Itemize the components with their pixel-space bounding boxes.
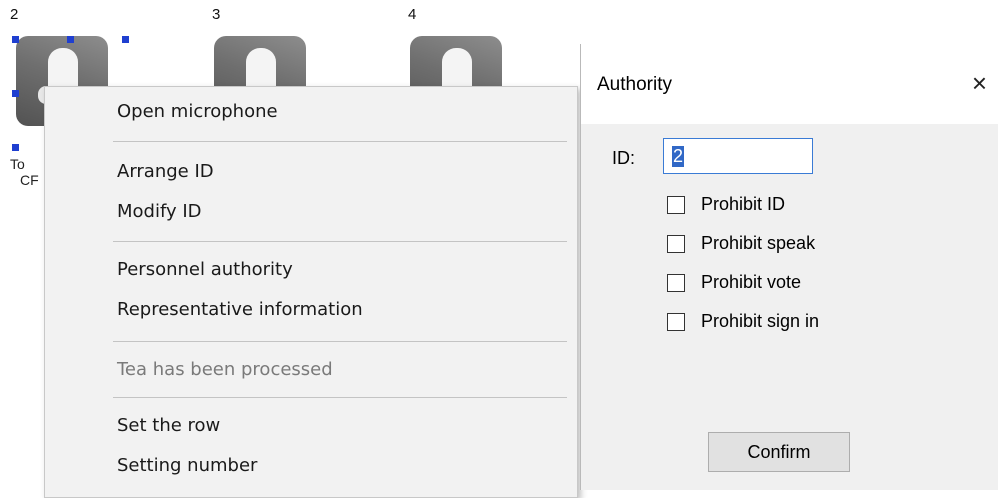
confirm-button[interactable]: Confirm <box>708 432 850 472</box>
seat-label-line-2: CF <box>20 172 39 188</box>
menu-item-set-row[interactable]: Set the row <box>117 415 220 436</box>
menu-item-open-microphone[interactable]: Open microphone <box>117 101 278 122</box>
context-menu: Open microphone Arrange ID Modify ID Per… <box>44 86 578 498</box>
id-label: ID: <box>612 148 636 168</box>
seat-label-line-1: To <box>10 156 25 172</box>
checkbox-label: Prohibit ID <box>701 194 786 214</box>
checkbox-icon[interactable] <box>667 313 685 331</box>
menu-item-arrange-id[interactable]: Arrange ID <box>117 161 214 182</box>
checkbox-icon[interactable] <box>667 196 685 214</box>
menu-separator <box>113 241 567 242</box>
menu-item-modify-id[interactable]: Modify ID <box>117 201 202 222</box>
selection-handle[interactable] <box>122 36 129 43</box>
checkbox-label: Prohibit vote <box>701 272 802 292</box>
selection-handle[interactable] <box>12 144 19 151</box>
checkbox-label: Prohibit speak <box>701 233 816 253</box>
dialog-titlebar[interactable]: Authority × <box>581 44 998 124</box>
menu-separator <box>113 397 567 398</box>
menu-item-personnel-authority[interactable]: Personnel authority <box>117 259 293 280</box>
menu-item-representative-information[interactable]: Representative information <box>117 299 363 320</box>
menu-separator <box>113 341 567 342</box>
selection-handle[interactable] <box>12 36 19 43</box>
seat-number: 2 <box>10 6 19 23</box>
selection-handle[interactable] <box>12 90 19 97</box>
id-input[interactable]: 2 <box>663 138 813 174</box>
close-icon[interactable]: × <box>972 68 987 99</box>
seat-number: 4 <box>408 6 417 23</box>
selection-handle[interactable] <box>67 36 74 43</box>
authority-dialog: Authority × ID: 2 Prohibit ID Prohibit s… <box>580 44 998 490</box>
dialog-title: Authority <box>597 74 672 95</box>
checkbox-icon[interactable] <box>667 274 685 292</box>
menu-separator <box>113 141 567 142</box>
menu-item-setting-number[interactable]: Setting number <box>117 455 257 476</box>
seat-number: 3 <box>212 6 221 23</box>
id-input-value: 2 <box>672 146 685 167</box>
menu-item-tea-processed: Tea has been processed <box>117 359 333 380</box>
checkbox-label: Prohibit sign in <box>701 311 820 331</box>
checkbox-icon[interactable] <box>667 235 685 253</box>
